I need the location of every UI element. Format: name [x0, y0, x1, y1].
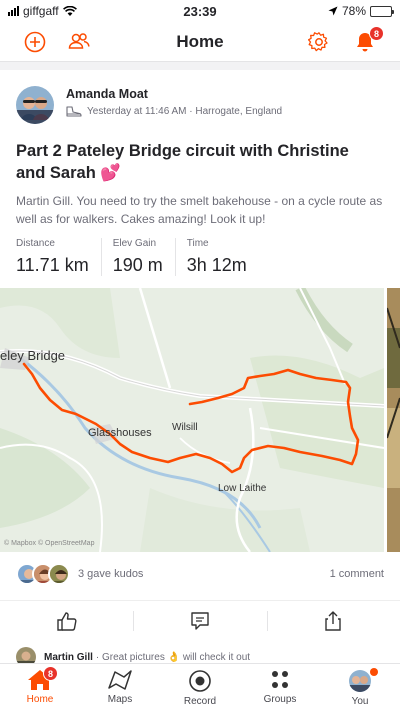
- tab-maps[interactable]: Maps: [80, 664, 160, 711]
- kudos-avatar: [48, 563, 70, 585]
- tab-home[interactable]: 8 Home: [0, 664, 80, 711]
- next-photo-preview[interactable]: [387, 288, 400, 552]
- comment-text: · Great pictures 👌 will check it out: [95, 651, 251, 663]
- thumbs-up-icon: [56, 611, 77, 631]
- notification-badge: 8: [369, 26, 384, 41]
- kudos-avatars: [16, 563, 70, 585]
- tab-label: Groups: [263, 694, 297, 705]
- athlete-info: Amanda Moat Yesterday at 11:46 AM · Harr…: [66, 87, 282, 124]
- commenter-name[interactable]: Martin Gill: [44, 652, 93, 663]
- stat-value: 11.71 km: [16, 255, 89, 275]
- stat-value: 190 m: [112, 255, 163, 275]
- location-arrow-icon: [328, 6, 338, 16]
- battery-percentage: 78%: [341, 4, 366, 18]
- comment-button[interactable]: [133, 601, 266, 640]
- athlete-avatar[interactable]: [16, 86, 54, 124]
- tab-label: Maps: [107, 694, 133, 705]
- stat-distance: Distance 11.71 km: [16, 238, 102, 276]
- map-base: [0, 288, 384, 552]
- comment-icon: [191, 611, 209, 630]
- notifications-button[interactable]: 8: [352, 26, 384, 55]
- stat-value: 3h 12m: [186, 255, 247, 275]
- stat-time: Time 3h 12m: [187, 238, 259, 276]
- stat-elevation: Elev Gain 190 m: [113, 238, 176, 276]
- status-right: 78%: [328, 4, 394, 18]
- activity-stats: Distance 11.71 km Elev Gain 190 m Time 3…: [16, 238, 270, 276]
- map-attribution[interactable]: © Mapbox © OpenStreetMap: [4, 540, 94, 547]
- kudos-row[interactable]: 3 gave kudos 1 comment: [16, 560, 384, 588]
- map-label-glasshouses: Glasshouses: [88, 427, 152, 439]
- stat-label: Elev Gain: [112, 238, 157, 249]
- activity-meta: Yesterday at 11:46 AM · Harrogate, Engla…: [66, 106, 282, 117]
- record-icon: [189, 670, 211, 692]
- status-bar: giffgaff 23:39 78%: [0, 0, 400, 22]
- tab-label: You: [351, 696, 369, 707]
- groups-icon: [272, 671, 288, 688]
- map-icon: [108, 670, 132, 690]
- stat-label: Time: [186, 238, 209, 249]
- battery-icon: [370, 5, 394, 17]
- map-label-wilsill: Wilsill: [172, 422, 198, 433]
- comment-count[interactable]: 1 comment: [330, 568, 384, 580]
- map-label-pateley: eley Bridge: [0, 348, 66, 363]
- app-header: Home 8: [0, 22, 400, 62]
- tab-label: Home: [26, 694, 54, 705]
- share-button[interactable]: [266, 601, 400, 640]
- athlete-name[interactable]: Amanda Moat: [66, 87, 282, 101]
- share-icon: [325, 610, 342, 631]
- activity-date-location: Yesterday at 11:46 AM · Harrogate, Engla…: [87, 106, 283, 117]
- athlete-header[interactable]: Amanda Moat Yesterday at 11:46 AM · Harr…: [16, 86, 282, 124]
- activity-title[interactable]: Part 2 Pateley Bridge circuit with Chris…: [16, 140, 376, 184]
- tab-label: Record: [183, 696, 217, 707]
- gear-icon: [308, 32, 328, 52]
- stat-label: Distance: [16, 238, 55, 249]
- activity-description: Martin Gill. You need to try the smelt b…: [16, 194, 383, 226]
- tab-you[interactable]: You: [320, 664, 400, 711]
- tab-record[interactable]: Record: [160, 664, 240, 711]
- route-map[interactable]: eley Bridge Glasshouses Wilsill Low Lait…: [0, 288, 384, 552]
- tab-groups[interactable]: Groups: [240, 664, 320, 711]
- hiking-boot-icon: [66, 106, 82, 117]
- tab-bar: 8 Home Maps Record Groups You: [0, 663, 400, 711]
- activity-card[interactable]: Amanda Moat Yesterday at 11:46 AM · Harr…: [0, 70, 400, 667]
- activity-actions: [0, 600, 400, 640]
- map-label-low-laithe: Low Laithe: [218, 483, 267, 494]
- profile-avatar: [349, 670, 371, 692]
- settings-button[interactable]: [306, 29, 332, 55]
- home-badge: 8: [43, 666, 58, 681]
- kudos-count[interactable]: 3 gave kudos: [78, 568, 143, 580]
- page-title: Home: [176, 32, 224, 51]
- give-kudos-button[interactable]: [0, 601, 133, 640]
- profile-dot-badge: [370, 668, 378, 676]
